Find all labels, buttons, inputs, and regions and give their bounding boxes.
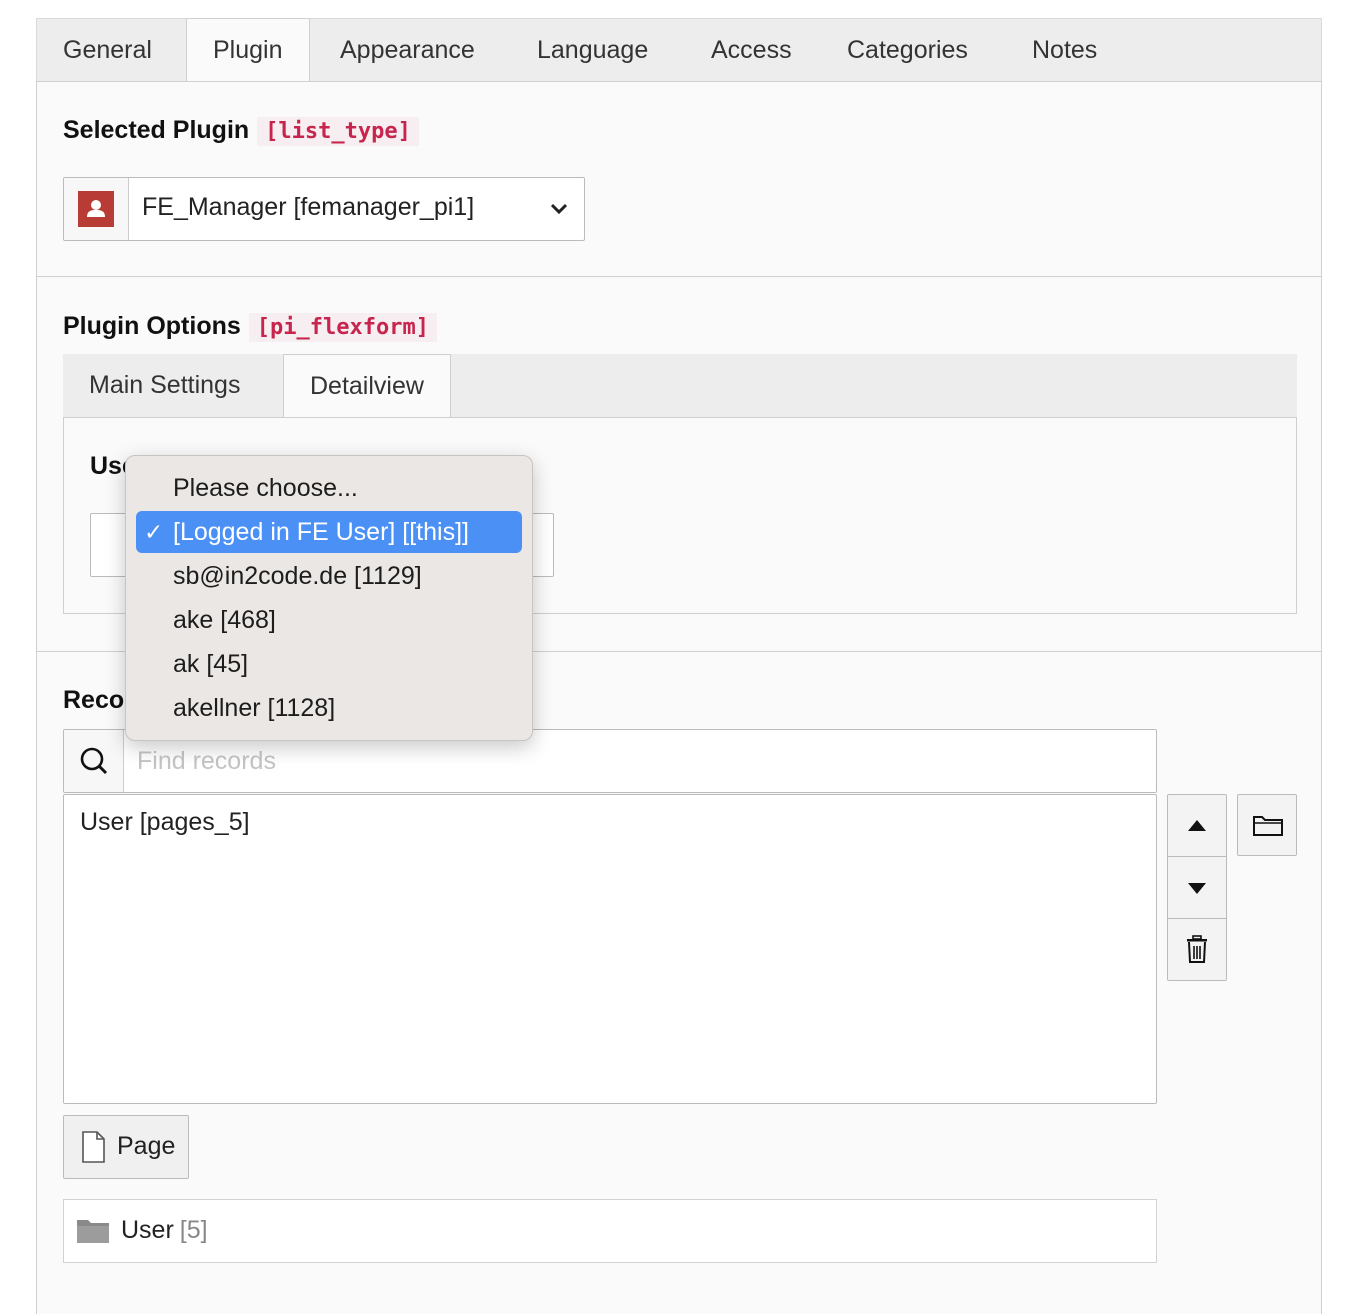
tree-item[interactable]: User [5] xyxy=(121,1216,208,1245)
chevron-down-icon xyxy=(550,202,568,221)
dropdown-option[interactable]: akellner [1128] xyxy=(136,687,522,729)
page-tree: User [5] xyxy=(63,1199,1157,1263)
browse-records-button[interactable] xyxy=(1237,794,1297,856)
tab-label: Plugin xyxy=(213,36,283,64)
section-divider xyxy=(37,276,1321,277)
checkmark-icon: ✓ xyxy=(144,519,164,545)
plugin-select[interactable]: FE_Manager [femanager_pi1] xyxy=(63,177,585,241)
folder-icon xyxy=(77,1220,109,1243)
tree-item-id: [5] xyxy=(179,1216,208,1244)
dropdown-option[interactable]: Please choose... xyxy=(136,467,522,509)
folder-icon xyxy=(1253,816,1283,836)
tab-label: Language xyxy=(537,36,649,64)
tab-label: Appearance xyxy=(340,36,475,64)
selected-plugin-label: Selected Plugin xyxy=(63,116,250,144)
move-up-button[interactable] xyxy=(1168,795,1226,857)
tab-detailview[interactable]: Detailview xyxy=(283,354,451,419)
dropdown-option[interactable]: ak [45] xyxy=(136,643,522,685)
tab-access[interactable]: Access xyxy=(685,19,818,83)
option-label: [Logged in FE User] [[this]] xyxy=(173,518,469,546)
dropdown-option-selected[interactable]: ✓ [Logged in FE User] [[this]] xyxy=(136,511,522,553)
record-actions xyxy=(1167,794,1227,981)
tab-plugin[interactable]: Plugin xyxy=(186,18,310,83)
tree-item-label: User xyxy=(121,1216,174,1244)
trash-icon xyxy=(1187,935,1207,963)
plugin-icon-wrap xyxy=(64,178,129,240)
triangle-down-icon xyxy=(1188,883,1206,894)
search-button[interactable] xyxy=(64,730,124,792)
tab-label: General xyxy=(63,36,152,64)
selected-records-list[interactable]: User [pages_5] xyxy=(63,794,1157,1104)
flexform-tab-bar: Main Settings Detailview xyxy=(63,354,1297,419)
option-label: ak [45] xyxy=(173,650,249,678)
plugin-options-label: Plugin Options xyxy=(63,312,241,340)
add-page-label: Page xyxy=(117,1132,176,1160)
plugin-select-value: FE_Manager [femanager_pi1] xyxy=(142,193,475,221)
tab-categories[interactable]: Categories xyxy=(821,19,994,83)
tab-label: Notes xyxy=(1032,36,1098,64)
tab-label: Detailview xyxy=(310,372,424,400)
tab-main-settings[interactable]: Main Settings xyxy=(63,354,266,418)
field-name-badge: [list_type] xyxy=(257,117,419,146)
plugin-options-heading: Plugin Options [pi_flexform] xyxy=(63,312,437,342)
option-label: akellner [1128] xyxy=(173,694,336,722)
move-down-button[interactable] xyxy=(1168,857,1226,919)
delete-button[interactable] xyxy=(1168,919,1226,981)
triangle-up-icon xyxy=(1188,820,1206,831)
user-plugin-icon xyxy=(78,191,114,227)
tab-label: Categories xyxy=(847,36,968,64)
tab-label: Access xyxy=(711,36,792,64)
records-label: Reco xyxy=(63,686,125,714)
tab-label: Main Settings xyxy=(89,371,241,399)
user-dropdown-menu: Please choose... ✓ [Logged in FE User] [[… xyxy=(125,455,533,741)
dropdown-option[interactable]: sb@in2code.de [1129] xyxy=(136,555,522,597)
option-label: sb@in2code.de [1129] xyxy=(173,562,422,590)
tab-general[interactable]: General xyxy=(37,19,178,83)
tab-appearance[interactable]: Appearance xyxy=(314,19,501,83)
add-page-button[interactable]: Page xyxy=(63,1115,189,1179)
page-icon xyxy=(82,1131,105,1163)
list-item[interactable]: User [pages_5] xyxy=(80,808,250,837)
tab-language[interactable]: Language xyxy=(511,19,674,83)
field-name-badge: [pi_flexform] xyxy=(248,313,437,342)
option-label: Please choose... xyxy=(173,474,358,502)
selected-plugin-heading: Selected Plugin [list_type] xyxy=(63,116,419,146)
dropdown-option[interactable]: ake [468] xyxy=(136,599,522,641)
search-icon xyxy=(80,747,108,775)
option-label: ake [468] xyxy=(173,606,276,634)
tab-bar: General Plugin Appearance Language Acces… xyxy=(36,18,1322,83)
tab-notes[interactable]: Notes xyxy=(1006,19,1123,83)
